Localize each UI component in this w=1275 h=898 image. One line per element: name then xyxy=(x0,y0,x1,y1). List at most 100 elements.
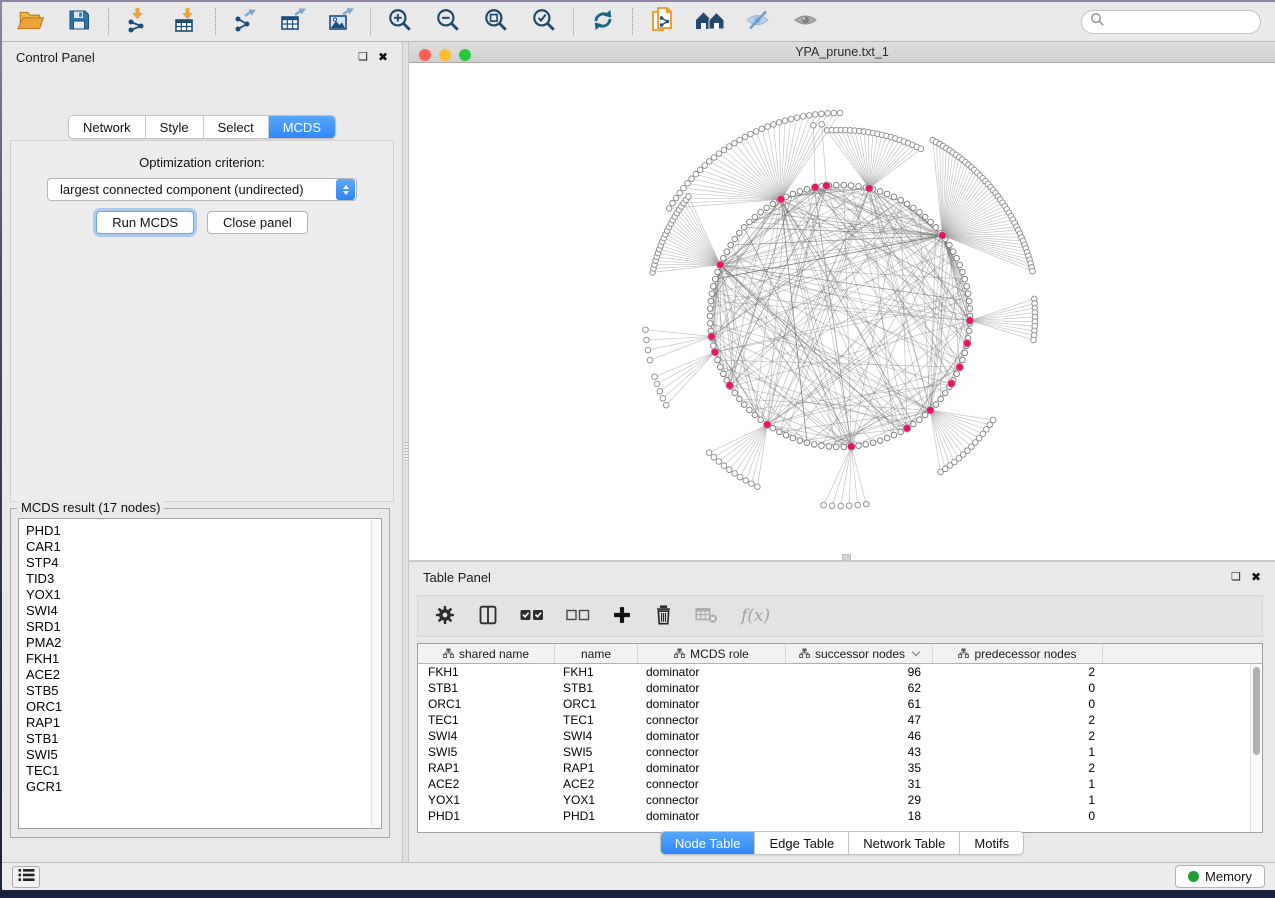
table-row[interactable]: ACE2ACE2connector311 xyxy=(418,776,1262,792)
view-group xyxy=(633,7,835,37)
table-cell: 29 xyxy=(786,793,933,807)
tab-motifs[interactable]: Motifs xyxy=(960,832,1023,854)
tab-mcds[interactable]: MCDS xyxy=(269,116,335,138)
mcds-result-item[interactable]: STB1 xyxy=(26,731,381,747)
control-panel-title: Control Panel xyxy=(16,50,95,65)
mcds-result-item[interactable]: ORC1 xyxy=(26,699,381,715)
tab-node-table[interactable]: Node Table xyxy=(661,832,756,854)
mcds-result-item[interactable]: PHD1 xyxy=(26,523,381,539)
mcds-result-item[interactable]: CAR1 xyxy=(26,539,381,555)
close-panel-icon[interactable]: ✖ xyxy=(1251,571,1261,583)
task-history-button[interactable] xyxy=(12,866,40,888)
export-table-button[interactable] xyxy=(278,7,308,37)
first-neighbors-button[interactable] xyxy=(695,7,725,37)
column-header-name[interactable]: name xyxy=(555,644,638,663)
list-scrollbar[interactable] xyxy=(371,520,380,827)
combo-stepper-icon xyxy=(336,179,355,200)
table-row[interactable]: STB1STB1dominator620 xyxy=(418,680,1262,696)
close-window-button[interactable] xyxy=(419,49,431,61)
scrollbar-thumb[interactable] xyxy=(1253,667,1260,755)
table-row[interactable]: PHD1PHD1dominator180 xyxy=(418,808,1262,824)
search-box[interactable] xyxy=(1081,10,1261,34)
clone-network-button[interactable] xyxy=(647,7,677,37)
deselect-all-columns-button[interactable] xyxy=(566,609,590,624)
table-row[interactable]: TEC1TEC1connector472 xyxy=(418,712,1262,728)
import-network-button[interactable] xyxy=(123,7,153,37)
column-header-successor-nodes[interactable]: successor nodes xyxy=(786,644,933,663)
tab-select[interactable]: Select xyxy=(204,116,269,138)
zoom-out-icon xyxy=(435,7,461,36)
mcds-result-item[interactable]: RAP1 xyxy=(26,715,381,731)
mcds-result-item[interactable]: PMA2 xyxy=(26,635,381,651)
show-columns-button[interactable] xyxy=(478,604,498,629)
mcds-result-item[interactable]: TEC1 xyxy=(26,763,381,779)
table-row[interactable]: FKH1FKH1dominator962 xyxy=(418,664,1262,680)
table-scrollbar[interactable] xyxy=(1250,664,1262,832)
float-panel-icon[interactable]: ❏ xyxy=(1231,572,1241,583)
criterion-select[interactable]: largest connected component (undirected) xyxy=(47,178,357,201)
hide-selected-button[interactable] xyxy=(743,7,773,37)
import-group xyxy=(109,7,215,37)
zoom-out-button[interactable] xyxy=(433,7,463,37)
tab-network[interactable]: Network xyxy=(69,116,146,138)
float-panel-icon[interactable]: ❏ xyxy=(358,52,368,63)
delete-column-button[interactable] xyxy=(654,604,673,629)
column-type-icon xyxy=(799,647,810,661)
network-canvas[interactable] xyxy=(409,63,1275,560)
mcds-result-item[interactable]: ACE2 xyxy=(26,667,381,683)
tab-edge-table[interactable]: Edge Table xyxy=(755,832,849,854)
close-panel-button[interactable]: Close panel xyxy=(207,211,308,234)
select-all-columns-button[interactable] xyxy=(520,609,544,624)
vertical-splitter[interactable] xyxy=(402,42,409,862)
import-table-button[interactable] xyxy=(171,7,201,37)
create-column-button[interactable] xyxy=(612,605,632,628)
table-row[interactable]: ORC1ORC1dominator610 xyxy=(418,696,1262,712)
table-row[interactable]: SWI5SWI5connector431 xyxy=(418,744,1262,760)
delete-table-icon xyxy=(695,606,719,627)
table-toolbar: f(x) xyxy=(417,595,1263,637)
table-panel: Table Panel ❏ ✖ f(x) xyxy=(409,562,1275,862)
list-icon xyxy=(18,868,35,885)
mcds-result-item[interactable]: STB5 xyxy=(26,683,381,699)
show-all-button[interactable] xyxy=(791,7,821,37)
table-row[interactable]: YOX1YOX1connector291 xyxy=(418,792,1262,808)
column-header-shared-name[interactable]: shared name xyxy=(418,644,555,663)
refresh-button[interactable] xyxy=(588,7,618,37)
close-panel-icon[interactable]: ✖ xyxy=(378,51,388,63)
mcds-result-item[interactable]: SRD1 xyxy=(26,619,381,635)
open-file-button[interactable] xyxy=(16,7,46,37)
run-mcds-button[interactable]: Run MCDS xyxy=(96,211,194,234)
mcds-result-item[interactable]: TID3 xyxy=(26,571,381,587)
export-image-button[interactable] xyxy=(326,7,356,37)
minimize-window-button[interactable] xyxy=(439,49,451,61)
export-network-button[interactable] xyxy=(230,7,260,37)
tab-style[interactable]: Style xyxy=(146,116,204,138)
table-row[interactable]: RAP1RAP1dominator352 xyxy=(418,760,1262,776)
table-settings-button[interactable] xyxy=(434,604,456,629)
maximize-window-button[interactable] xyxy=(459,49,471,61)
mcds-result-item[interactable]: FKH1 xyxy=(26,651,381,667)
table-cell: 43 xyxy=(786,745,933,759)
mcds-result-item[interactable]: SWI5 xyxy=(26,747,381,763)
search-input[interactable] xyxy=(1105,15,1260,29)
table-row[interactable]: SWI4SWI4dominator462 xyxy=(418,728,1262,744)
save-session-button[interactable] xyxy=(64,7,94,37)
plus-icon xyxy=(612,605,632,628)
mcds-result-item[interactable]: SWI4 xyxy=(26,603,381,619)
mcds-result-item[interactable]: YOX1 xyxy=(26,587,381,603)
network-titlebar: YPA_prune.txt_1 xyxy=(409,42,1275,63)
delete-table-button[interactable] xyxy=(695,606,719,627)
table-cell: 46 xyxy=(786,729,933,743)
tab-network-table[interactable]: Network Table xyxy=(849,832,960,854)
zoom-fit-button[interactable] xyxy=(481,7,511,37)
mcds-result-item[interactable]: GCR1 xyxy=(26,779,381,795)
mcds-result-list[interactable]: PHD1CAR1STP4TID3YOX1SWI4SRD1PMA2FKH1ACE2… xyxy=(18,518,382,829)
mcds-result-item[interactable]: STP4 xyxy=(26,555,381,571)
column-header-predecessor-nodes[interactable]: predecessor nodes xyxy=(933,644,1103,663)
column-header-mcds-role[interactable]: MCDS role xyxy=(638,644,786,663)
memory-button[interactable]: Memory xyxy=(1175,865,1265,888)
zoom-selected-button[interactable] xyxy=(529,7,559,37)
export-table-icon xyxy=(280,7,307,36)
function-builder-button[interactable]: f(x) xyxy=(741,606,770,626)
zoom-in-button[interactable] xyxy=(385,7,415,37)
